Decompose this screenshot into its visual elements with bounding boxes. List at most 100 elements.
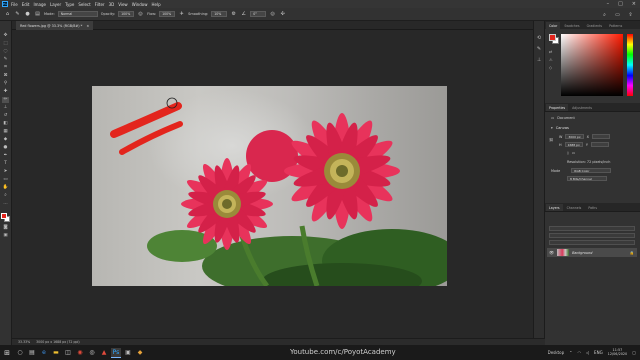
- height-field[interactable]: 1688 px: [564, 142, 583, 147]
- path-select-tool-icon[interactable]: ➤: [2, 169, 9, 175]
- close-icon[interactable]: ×: [632, 1, 636, 7]
- tab-adjustments[interactable]: Adjustments: [569, 104, 595, 111]
- menu-3d[interactable]: 3D: [109, 2, 115, 7]
- x-field[interactable]: [591, 134, 610, 139]
- flow-field[interactable]: 100%: [159, 11, 176, 17]
- healing-brush-tool-icon[interactable]: ✚: [2, 89, 9, 95]
- close-tab-icon[interactable]: ×: [86, 24, 89, 28]
- collapse-icon[interactable]: ▾: [551, 126, 553, 130]
- layer-row[interactable]: 👁 Background 🔒: [547, 248, 637, 257]
- document-tab[interactable]: Red flowers.jpg @ 33.3% (RGB/8#) * ×: [16, 21, 94, 30]
- clone-source-panel-icon[interactable]: ⊥: [536, 57, 543, 63]
- tab-gradients[interactable]: Gradients: [584, 22, 606, 29]
- chevron-up-icon[interactable]: ⌃: [569, 350, 572, 355]
- cube-icon[interactable]: ◇: [549, 65, 553, 70]
- chrome-icon[interactable]: ◎: [87, 348, 97, 358]
- windows-start-icon[interactable]: ⊞: [0, 345, 14, 360]
- warning-icon[interactable]: ⚠: [549, 57, 553, 62]
- home-icon[interactable]: ⌂: [4, 11, 11, 18]
- menu-type[interactable]: Type: [65, 2, 74, 7]
- minimize-icon[interactable]: –: [607, 1, 610, 7]
- more-tools-icon[interactable]: …: [2, 201, 9, 207]
- layer-name[interactable]: Background: [572, 251, 592, 255]
- blur-tool-icon[interactable]: ◆: [2, 137, 9, 143]
- color-field[interactable]: [561, 34, 623, 96]
- frame-tool-icon[interactable]: ⊠: [2, 73, 9, 79]
- zoom-tool-icon[interactable]: ⌕: [2, 193, 9, 199]
- crop-tool-icon[interactable]: ⌗: [2, 65, 9, 71]
- shape-tool-icon[interactable]: ▭: [2, 177, 9, 183]
- airbrush-icon[interactable]: ✈: [178, 11, 185, 18]
- color-swatches[interactable]: [1, 213, 10, 223]
- document-info[interactable]: 3000 px x 1688 px (72 ppi): [36, 340, 79, 344]
- tab-swatches[interactable]: Swatches: [561, 22, 582, 29]
- fg-bg-swatches[interactable]: [549, 34, 559, 44]
- swap-colors-icon[interactable]: ⇄: [549, 49, 553, 54]
- gradient-tool-icon[interactable]: ▦: [2, 129, 9, 135]
- menu-layer[interactable]: Layer: [50, 2, 61, 7]
- red-flowers-image[interactable]: [92, 86, 447, 286]
- hue-slider[interactable]: [627, 34, 633, 96]
- lock-fill-row[interactable]: [549, 240, 635, 245]
- app3-icon[interactable]: ▣: [123, 348, 133, 358]
- clone-stamp-tool-icon[interactable]: ⊥: [2, 105, 9, 111]
- photoshop-taskbar-icon[interactable]: Ps: [111, 347, 121, 358]
- brush-tool-icon[interactable]: ✏: [2, 97, 9, 103]
- language-indicator[interactable]: ENG: [594, 350, 603, 355]
- app-icon[interactable]: ◉: [75, 348, 85, 358]
- marquee-tool-icon[interactable]: ⬚: [2, 41, 9, 47]
- search-icon[interactable]: ⌕: [601, 11, 608, 18]
- width-field[interactable]: 3000 px: [565, 134, 584, 139]
- volume-icon[interactable]: ◁: [586, 350, 589, 355]
- menu-filter[interactable]: Filter: [95, 2, 105, 7]
- smoothing-field[interactable]: 10%: [211, 11, 228, 17]
- foreground-color-swatch[interactable]: [1, 213, 7, 219]
- menu-help[interactable]: Help: [151, 2, 160, 7]
- y-field[interactable]: [590, 142, 609, 147]
- type-tool-icon[interactable]: T: [2, 161, 9, 167]
- menu-select[interactable]: Select: [78, 2, 90, 7]
- network-icon[interactable]: ◠: [577, 350, 581, 355]
- brush-tool-icon[interactable]: ✎: [14, 11, 21, 18]
- workspace-icon[interactable]: ▭: [614, 11, 621, 18]
- task-view-icon[interactable]: ▤: [27, 348, 37, 358]
- brush-preset-icon[interactable]: ●: [24, 11, 31, 18]
- lasso-tool-icon[interactable]: ◌: [2, 49, 9, 55]
- tab-layers[interactable]: Layers: [546, 204, 563, 211]
- quick-mask-icon[interactable]: ◙: [2, 225, 9, 231]
- link-icon[interactable]: ⛓: [549, 138, 553, 142]
- hand-tool-icon[interactable]: ✋: [2, 185, 9, 191]
- gear-icon[interactable]: ⚙: [230, 11, 237, 18]
- layer-filter-row[interactable]: [549, 226, 635, 231]
- photoshop-logo[interactable]: Ps: [2, 1, 8, 7]
- dodge-tool-icon[interactable]: ●: [2, 145, 9, 151]
- visibility-eye-icon[interactable]: 👁: [549, 250, 554, 255]
- tab-paths[interactable]: Paths: [585, 204, 600, 211]
- mode-select[interactable]: Normal: [57, 11, 98, 17]
- bit-depth-select[interactable]: 8 Bits/Channel: [567, 176, 607, 181]
- brush-settings-icon[interactable]: ▤: [34, 11, 41, 18]
- menu-image[interactable]: Image: [33, 2, 46, 7]
- pen-tool-icon[interactable]: ✒: [2, 153, 9, 159]
- history-panel-icon[interactable]: ⟲: [536, 35, 543, 41]
- history-brush-tool-icon[interactable]: ↺: [2, 113, 9, 119]
- opacity-field[interactable]: 100%: [118, 11, 135, 17]
- lock-icon[interactable]: 🔒: [630, 251, 634, 255]
- pressure-opacity-icon[interactable]: ◎: [137, 11, 144, 18]
- foreground-color-chip[interactable]: [549, 34, 556, 41]
- app4-icon[interactable]: ◆: [135, 348, 145, 358]
- angle-field[interactable]: 0°: [250, 11, 267, 17]
- brushes-panel-icon[interactable]: ✎: [536, 46, 543, 52]
- tab-patterns[interactable]: Patterns: [606, 22, 625, 29]
- landscape-icon[interactable]: ▭: [572, 151, 575, 155]
- tab-color[interactable]: Color: [546, 22, 561, 29]
- desktop-label[interactable]: Desktop: [548, 350, 565, 355]
- pressure-size-icon[interactable]: ◎: [269, 11, 276, 18]
- edge-icon[interactable]: e: [39, 348, 49, 358]
- tab-properties[interactable]: Properties: [546, 104, 569, 111]
- eyedropper-tool-icon[interactable]: ⚲: [2, 81, 9, 87]
- menu-window[interactable]: Window: [132, 2, 148, 7]
- maximize-icon[interactable]: □: [618, 1, 623, 7]
- notifications-icon[interactable]: ▢: [632, 350, 636, 355]
- file-explorer-icon[interactable]: ▬: [51, 348, 61, 358]
